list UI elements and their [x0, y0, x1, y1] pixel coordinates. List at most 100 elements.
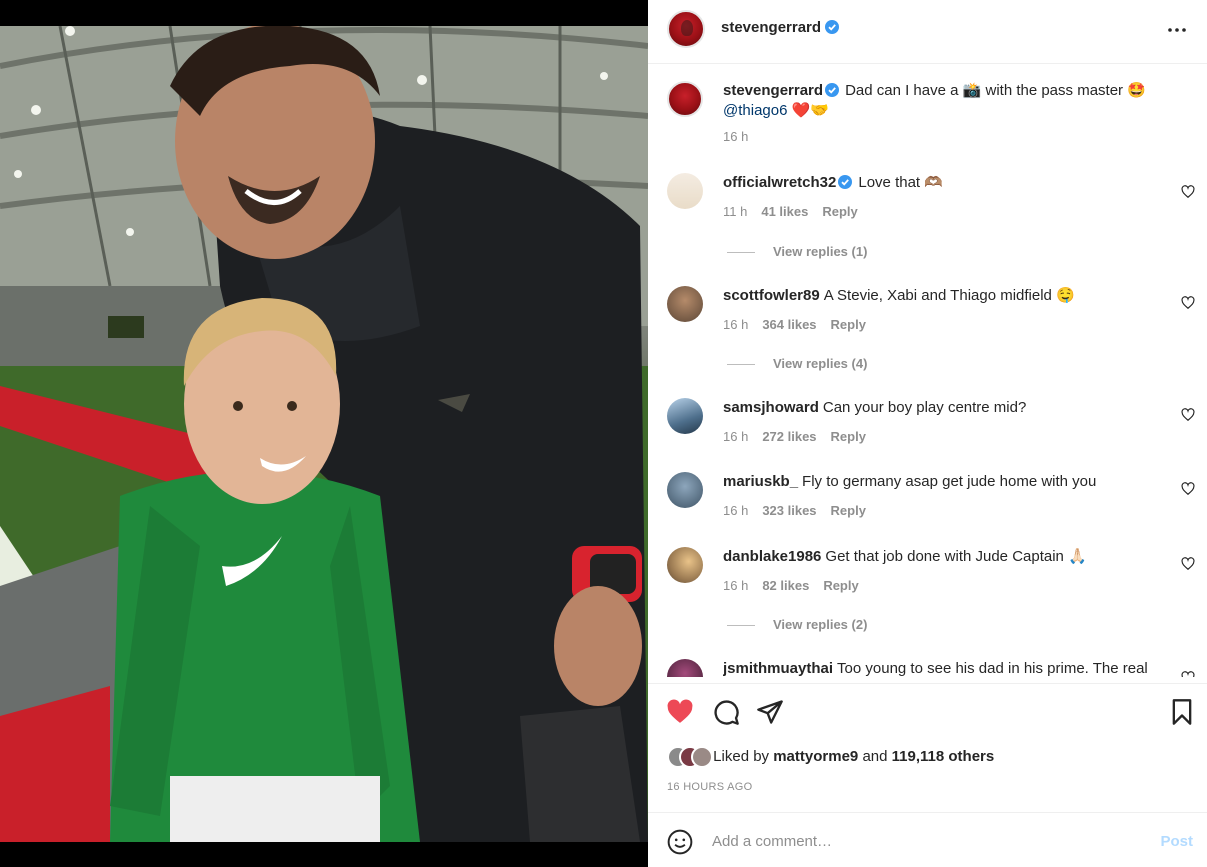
comment-meta: 16 h 272 likes Reply [723, 429, 880, 444]
liked-by-others[interactable]: 119,118 others [892, 748, 995, 765]
comment-text: scottfowler89 A Stevie, Xabi and Thiago m… [723, 286, 1163, 306]
caption-row: stevengerrard Dad can I have a 📸 with the… [648, 79, 1207, 149]
comment-time[interactable]: 16 h [723, 578, 748, 593]
view-replies-button[interactable]: View replies (4) [727, 356, 867, 371]
comment-username[interactable]: mariuskb_ [723, 473, 798, 490]
comment-time[interactable]: 16 h [723, 317, 748, 332]
post-timestamp[interactable]: 16 HOURS AGO [667, 781, 753, 793]
caption-tail: ❤️🤝 [787, 102, 829, 119]
caption-meta: 16 h [723, 129, 762, 144]
comment-text: mariuskb_ Fly to germany asap get jude ho… [723, 472, 1163, 492]
comment-username[interactable]: samsjhoward [723, 399, 819, 416]
caption-author-username[interactable]: stevengerrard [723, 82, 823, 99]
caption-mention-link[interactable]: @thiago6 [723, 102, 787, 119]
comment-text: jsmithmuaythai Too young to see his dad i… [723, 659, 1173, 677]
comment-reply-button[interactable]: Reply [831, 429, 866, 444]
more-horizontal-icon[interactable] [1165, 18, 1189, 42]
comment-meta: 16 h 82 likes Reply [723, 578, 873, 593]
emoji-smile-icon[interactable] [667, 829, 693, 855]
liked-by-summary: Liked by mattyorme9 and 119,118 others [667, 746, 994, 768]
comment-body: A Stevie, Xabi and Thiago midfield 🤤 [823, 287, 1075, 304]
caption-time[interactable]: 16 h [723, 129, 748, 144]
comment-avatar[interactable] [667, 472, 703, 508]
comment-row: jsmithmuaythai Too young to see his dad i… [648, 657, 1207, 677]
heart-filled-icon[interactable] [666, 698, 694, 726]
comment-username[interactable]: officialwretch32 [723, 174, 836, 191]
add-comment-input[interactable] [712, 825, 1132, 857]
comment-likes[interactable]: 323 likes [762, 503, 816, 518]
comment-username[interactable]: scottfowler89 [723, 287, 820, 304]
comment-likes[interactable]: 41 likes [761, 204, 808, 219]
view-replies-label[interactable]: View replies (4) [773, 356, 867, 371]
bookmark-icon[interactable] [1168, 698, 1196, 726]
caption-text: stevengerrard Dad can I have a 📸 with the… [723, 81, 1183, 121]
comment-meta: 11 h 41 likes Reply [723, 204, 872, 219]
comment-like-heart-icon[interactable] [1181, 408, 1195, 422]
comment-reply-button[interactable]: Reply [831, 503, 866, 518]
comment-time[interactable]: 11 h [723, 204, 747, 219]
comment-avatar[interactable] [667, 659, 703, 677]
post-photo-illustration [0, 26, 648, 842]
comment-username[interactable]: jsmithmuaythai [723, 660, 833, 677]
comment-like-heart-icon[interactable] [1181, 482, 1195, 496]
post-photo[interactable] [0, 26, 648, 842]
comment-body: Too young to see his dad in his prime. T… [837, 660, 1148, 677]
view-replies-button[interactable]: View replies (2) [727, 617, 867, 632]
view-replies-label[interactable]: View replies (2) [773, 617, 867, 632]
comment-time[interactable]: 16 h [723, 503, 748, 518]
replies-divider-line [727, 252, 755, 254]
comment-likes[interactable]: 272 likes [762, 429, 816, 444]
liker-avatars[interactable] [667, 746, 727, 768]
view-replies-label[interactable]: View replies (1) [773, 244, 867, 259]
comment-like-heart-icon[interactable] [1181, 557, 1195, 571]
comment-meta: 16 h 364 likes Reply [723, 317, 880, 332]
comment-avatar[interactable] [667, 398, 703, 434]
verified-badge-icon [825, 20, 840, 34]
author-avatar[interactable] [667, 10, 705, 48]
comment-text: officialwretch32 Love that 🫶🏽 [723, 173, 1163, 193]
comment-like-heart-icon[interactable] [1181, 671, 1195, 677]
comment-likes[interactable]: 82 likes [762, 578, 809, 593]
comment-username[interactable]: danblake1986 [723, 548, 821, 565]
caption-body: Dad can I have a 📸 with the pass master … [845, 82, 1146, 99]
comment-reply-button[interactable]: Reply [823, 578, 858, 593]
comment-like-heart-icon[interactable] [1181, 185, 1195, 199]
comment-row: mariuskb_ Fly to germany asap get jude ho… [648, 470, 1207, 530]
verified-badge-icon [838, 175, 853, 189]
post-header: stevengerrard [648, 0, 1207, 64]
view-replies-button[interactable]: View replies (1) [727, 244, 867, 259]
comment-avatar[interactable] [667, 173, 703, 209]
comments-scroll-area[interactable]: stevengerrard Dad can I have a 📸 with the… [648, 65, 1207, 677]
comment-time[interactable]: 16 h [723, 429, 748, 444]
liker-avatar [691, 746, 713, 768]
comment-body: Can your boy play centre mid? [822, 399, 1027, 416]
comment-reply-button[interactable]: Reply [822, 204, 857, 219]
author-username[interactable]: stevengerrard [721, 19, 840, 36]
comment-row: danblake1986 Get that job done with Jude … [648, 545, 1207, 635]
replies-divider-line [727, 625, 755, 627]
post-media-pane [0, 0, 648, 867]
comment-row: samsjhoward Can your boy play centre mid?… [648, 396, 1207, 456]
liked-by-user[interactable]: mattyorme9 [773, 748, 858, 765]
comment-body: Fly to germany asap get jude home with y… [802, 473, 1097, 490]
comment-row: scottfowler89 A Stevie, Xabi and Thiago m… [648, 284, 1207, 374]
post-actions: Liked by mattyorme9 and 119,118 others 1… [648, 683, 1207, 811]
comment-avatar[interactable] [667, 547, 703, 583]
comment-likes[interactable]: 364 likes [762, 317, 816, 332]
paper-plane-icon[interactable] [756, 698, 784, 726]
comment-avatar[interactable] [667, 286, 703, 322]
comment-composer: Post [648, 812, 1207, 867]
comment-like-heart-icon[interactable] [1181, 296, 1195, 310]
comment-row: officialwretch32 Love that 🫶🏽 11 h 41 like… [648, 171, 1207, 261]
post-comment-button[interactable]: Post [1160, 833, 1193, 850]
comment-reply-button[interactable]: Reply [831, 317, 866, 332]
comment-meta: 16 h 323 likes Reply [723, 503, 880, 518]
comment-text: danblake1986 Get that job done with Jude … [723, 547, 1163, 567]
comment-text: samsjhoward Can your boy play centre mid? [723, 398, 1163, 418]
post-sidebar: stevengerrard stevengerrard Dad can I hav… [648, 0, 1207, 867]
caption-author-avatar[interactable] [667, 81, 703, 117]
comment-bubble-icon[interactable] [712, 698, 740, 726]
verified-badge-icon [825, 83, 840, 97]
comment-body: Love that 🫶🏽 [858, 174, 943, 191]
author-username-text[interactable]: stevengerrard [721, 19, 821, 36]
